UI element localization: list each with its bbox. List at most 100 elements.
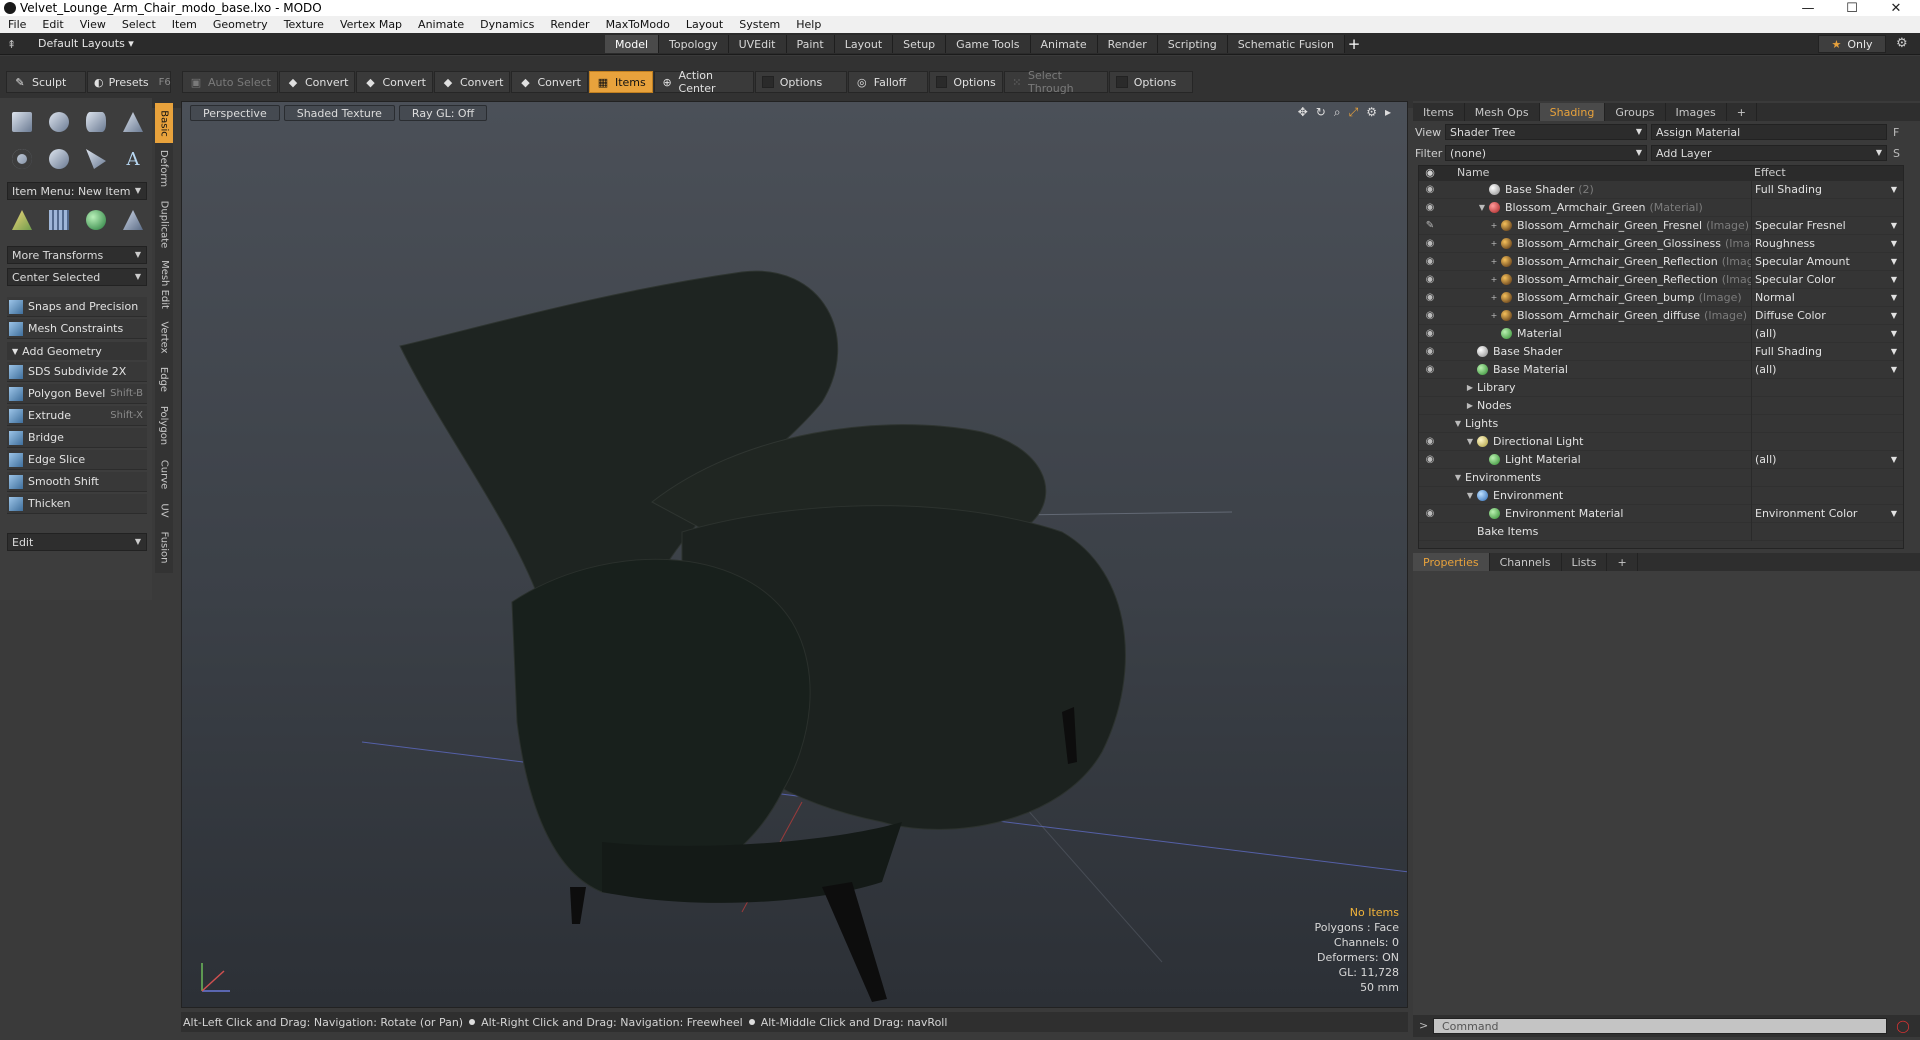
- maximize-button[interactable]: ☐: [1830, 0, 1874, 16]
- items-mode-button[interactable]: ▦ Items: [588, 71, 653, 93]
- menu-animate[interactable]: Animate: [410, 18, 472, 31]
- tree-row[interactable]: ◉ + Blossom_Armchair_Green_diffuse (Image) D…: [1419, 306, 1903, 325]
- menu-texture[interactable]: Texture: [276, 18, 332, 31]
- effect-dropdown[interactable]: (all) ▼: [1751, 450, 1901, 469]
- expand-twisty-icon[interactable]: +: [1489, 239, 1499, 248]
- tree-row[interactable]: ◉ + Blossom_Armchair_Green_Reflection(Imag…: [1419, 252, 1903, 271]
- menu-geometry[interactable]: Geometry: [205, 18, 276, 31]
- tree-row[interactable]: ✎ + Blossom_Armchair_Green_Fresnel (Image) S…: [1419, 216, 1903, 235]
- expand-twisty-icon[interactable]: +: [1489, 293, 1499, 302]
- tree-row[interactable]: ◉ Light Material (all) ▼: [1419, 450, 1903, 469]
- eye-icon[interactable]: ◉: [1419, 274, 1441, 285]
- tab-layout[interactable]: Layout: [834, 35, 894, 53]
- expand-twisty-icon[interactable]: +: [1489, 311, 1499, 320]
- record-icon[interactable]: ◯: [1894, 1018, 1912, 1034]
- tab-groups[interactable]: Groups: [1605, 103, 1666, 121]
- options-button-1[interactable]: Options: [754, 71, 847, 93]
- tree-row[interactable]: ◉ Base Shader Full Shading ▼: [1419, 342, 1903, 361]
- effect-dropdown[interactable]: Environment Color ▼: [1751, 504, 1901, 523]
- effect-column-header[interactable]: Effect: [1751, 166, 1786, 181]
- tree-row[interactable]: ▼ Environments: [1419, 468, 1903, 487]
- text-primitive-icon[interactable]: A: [117, 143, 149, 175]
- options-checkbox-2[interactable]: [935, 76, 948, 88]
- eye-icon[interactable]: ◉: [1419, 454, 1441, 465]
- expand-twisty-icon[interactable]: +: [1489, 275, 1499, 284]
- cone-primitive-icon[interactable]: [117, 106, 149, 138]
- tree-row[interactable]: ◉ Material (all) ▼: [1419, 324, 1903, 343]
- tab-uvedit[interactable]: UVEdit: [728, 35, 787, 53]
- tab-properties[interactable]: Properties: [1413, 553, 1490, 571]
- tree-row[interactable]: ◉ ▼ Directional Light: [1419, 432, 1903, 451]
- eye-icon[interactable]: ◉: [1419, 256, 1441, 267]
- mesh-constraints-button[interactable]: Mesh Constraints: [7, 319, 147, 339]
- transform-icon[interactable]: [6, 204, 38, 236]
- vtab-basic[interactable]: Basic: [155, 103, 173, 143]
- convert-polygons-button[interactable]: ◆ Convert: [433, 71, 511, 93]
- globe-icon[interactable]: [80, 204, 112, 236]
- cylinder-primitive-icon[interactable]: [80, 106, 112, 138]
- action-center-button[interactable]: ⊕ Action Center: [653, 69, 754, 95]
- expand-twisty-icon[interactable]: ▼: [1477, 203, 1487, 212]
- menu-view[interactable]: View: [72, 18, 114, 31]
- effect-dropdown[interactable]: Normal ▼: [1751, 288, 1901, 307]
- layout-arrows-icon[interactable]: ⇞: [7, 38, 19, 51]
- tree-row[interactable]: ◉ Environment Material Environment Color ▼: [1419, 504, 1903, 523]
- vtab-vertex[interactable]: Vertex: [155, 315, 173, 359]
- tab-channels[interactable]: Channels: [1490, 553, 1562, 571]
- extrude-button[interactable]: Extrude Shift-X: [7, 406, 147, 426]
- add-props-tab-button[interactable]: +: [1607, 553, 1638, 571]
- vtab-deform[interactable]: Deform: [155, 145, 173, 191]
- tab-animate[interactable]: Animate: [1030, 35, 1098, 53]
- tree-row[interactable]: Bake Items: [1419, 522, 1903, 541]
- tree-row[interactable]: ◉ + Blossom_Armchair_Green_Glossiness (Imag…: [1419, 234, 1903, 253]
- f-button[interactable]: F: [1893, 126, 1899, 139]
- center-selected-dropdown[interactable]: Center Selected ▼: [7, 268, 147, 286]
- eye-icon[interactable]: ◉: [1419, 328, 1441, 339]
- tree-row[interactable]: ◉ + Blossom_Armchair_Green_Reflection(Imag…: [1419, 270, 1903, 289]
- options-checkbox-1[interactable]: [761, 76, 774, 88]
- rotate-icon[interactable]: ↻: [1316, 105, 1326, 120]
- fit-icon[interactable]: ⤢: [1349, 105, 1359, 120]
- options-checkbox-3[interactable]: [1115, 76, 1128, 88]
- scene-canvas[interactable]: [182, 102, 1408, 1008]
- menu-edit[interactable]: Edit: [34, 18, 71, 31]
- eye-icon[interactable]: ◉: [1419, 364, 1441, 375]
- expand-twisty-icon[interactable]: +: [1489, 221, 1499, 230]
- add-tab-button[interactable]: +: [1727, 103, 1757, 121]
- menu-dynamics[interactable]: Dynamics: [472, 18, 542, 31]
- edit-dropdown[interactable]: Edit ▼: [7, 533, 147, 551]
- tab-topology[interactable]: Topology: [659, 35, 729, 53]
- vtab-polygon[interactable]: Polygon: [155, 399, 173, 451]
- shader-tree[interactable]: ◉ Name Effect ◉ Base Shader (2) Full Shadin…: [1418, 165, 1904, 549]
- eye-icon[interactable]: ◉: [1419, 184, 1441, 195]
- tree-row[interactable]: ◉ + Blossom_Armchair_Green_bump (Image) Norm…: [1419, 288, 1903, 307]
- effect-dropdown[interactable]: Diffuse Color ▼: [1751, 306, 1901, 325]
- filter-dropdown[interactable]: (none) ▼: [1445, 145, 1647, 161]
- expand-twisty-icon[interactable]: ▼: [1465, 491, 1475, 500]
- tab-items[interactable]: Items: [1413, 103, 1465, 121]
- menu-vertex-map[interactable]: Vertex Map: [332, 18, 410, 31]
- pyramid-icon[interactable]: [117, 204, 149, 236]
- vtab-edge[interactable]: Edge: [155, 361, 173, 397]
- eye-icon[interactable]: ◉: [1419, 346, 1441, 357]
- viewport-expand-icon[interactable]: ▸: [1385, 105, 1391, 120]
- menu-help[interactable]: Help: [788, 18, 829, 31]
- expand-twisty-icon[interactable]: ▼: [1465, 437, 1475, 446]
- effect-dropdown[interactable]: (all) ▼: [1751, 360, 1901, 379]
- expand-twisty-icon[interactable]: ▶: [1465, 401, 1475, 410]
- polygon-bevel-button[interactable]: Polygon Bevel Shift-B: [7, 384, 147, 404]
- vtab-fusion[interactable]: Fusion: [155, 525, 173, 569]
- expand-twisty-icon[interactable]: ▼: [1453, 419, 1463, 428]
- cube-primitive-icon[interactable]: [6, 106, 38, 138]
- zoom-icon[interactable]: ⌕: [1334, 105, 1341, 120]
- effect-dropdown[interactable]: (all) ▼: [1751, 324, 1901, 343]
- view-dropdown[interactable]: Shader Tree ▼: [1445, 124, 1647, 140]
- falloff-button[interactable]: ◎ Falloff: [847, 71, 928, 93]
- add-layout-tab-button[interactable]: +: [1345, 35, 1363, 53]
- options-button-3[interactable]: Options: [1108, 71, 1193, 93]
- minimize-button[interactable]: —: [1786, 0, 1830, 16]
- tab-schematic-fusion[interactable]: Schematic Fusion: [1227, 35, 1346, 53]
- vtab-mesh-edit[interactable]: Mesh Edit: [155, 255, 173, 313]
- eye-icon[interactable]: ◉: [1419, 238, 1441, 249]
- effect-dropdown[interactable]: Full Shading ▼: [1751, 342, 1901, 361]
